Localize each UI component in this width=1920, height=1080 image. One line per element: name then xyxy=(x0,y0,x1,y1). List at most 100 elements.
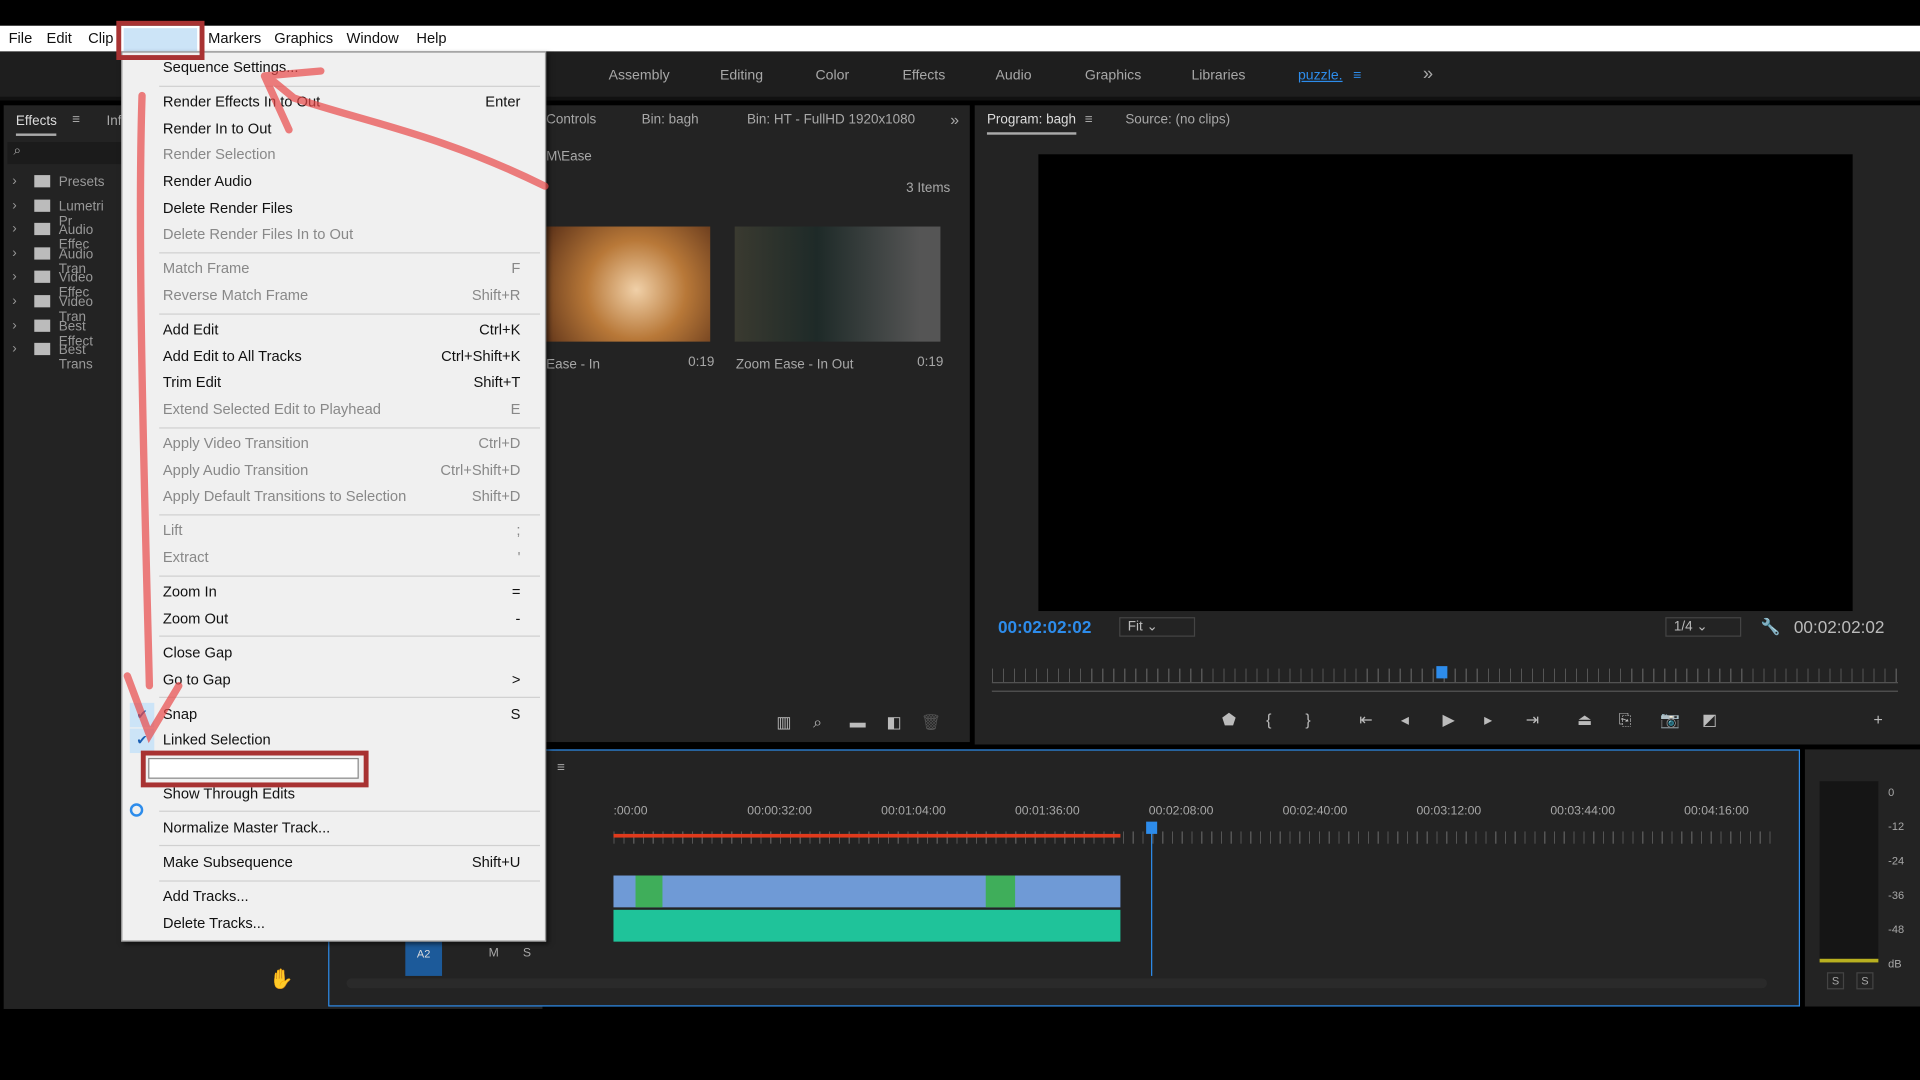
menu-edit[interactable]: Edit xyxy=(47,29,72,46)
workspace-tab-effects[interactable]: Effects xyxy=(902,69,945,84)
menu-item-apply-video-transition[interactable]: Apply Video Transition Ctrl+D xyxy=(122,431,544,457)
wrench-icon[interactable]: 🔧 xyxy=(1761,617,1781,637)
menu-item-render-effects-in-to-out[interactable]: Render Effects In to Out Enter xyxy=(122,90,544,116)
effects-menu-icon[interactable]: ≡ xyxy=(72,113,80,128)
playhead-line[interactable] xyxy=(1151,824,1153,976)
hand-tool-icon[interactable]: ✋ xyxy=(269,967,293,991)
menu-item-zoom-in[interactable]: Zoom In = xyxy=(122,579,544,605)
menu-item-delete-render-files[interactable]: Delete Render Files xyxy=(122,195,544,221)
trash-icon[interactable]: 🗑 xyxy=(921,713,941,733)
tab-info[interactable]: Inf xyxy=(107,114,122,129)
timeline-menu-icon[interactable]: ≡ xyxy=(557,760,565,775)
menu-item-apply-default-transitions-to-selection[interactable]: Apply Default Transitions to Selection Sh… xyxy=(122,484,544,510)
new-bin-icon[interactable]: ▬ xyxy=(850,713,866,731)
workspace-tab-graphics[interactable]: Graphics xyxy=(1085,69,1141,84)
menu-item-go-to-gap[interactable]: Go to Gap > xyxy=(122,667,544,693)
extract-icon[interactable]: ⎘ xyxy=(1619,710,1632,730)
menu-clip[interactable]: Clip xyxy=(88,29,113,46)
audio-clip[interactable] xyxy=(613,909,1121,942)
menu-item-reverse-match-frame[interactable]: Reverse Match Frame Shift+R xyxy=(122,283,544,309)
menu-separator xyxy=(122,876,544,884)
tab-bin-bagh[interactable]: Bin: bagh xyxy=(642,113,699,128)
new-item-icon[interactable]: ◧ xyxy=(887,713,902,733)
menu-item-shortcut: Shift+D xyxy=(471,487,521,505)
step-back-icon[interactable]: ◂ xyxy=(1401,710,1409,730)
more-tabs-icon[interactable]: » xyxy=(950,110,959,128)
menu-item-extend-selected-edit-to-playhead[interactable]: Extend Selected Edit to Playhead E xyxy=(122,397,544,423)
resolution-dropdown[interactable]: 1/4 ⌄ xyxy=(1665,617,1742,637)
menu-item-add-tracks[interactable]: Add Tracks... xyxy=(122,884,544,910)
menu-item-shortcut: Shift+T xyxy=(473,373,521,391)
tab-source[interactable]: Source: (no clips) xyxy=(1125,113,1230,128)
playhead-timecode[interactable]: 00:02:02:02 xyxy=(998,617,1091,637)
menu-item-normalize-master-track[interactable]: Normalize Master Track... xyxy=(122,815,544,841)
meter-scale-label: 0 xyxy=(1888,786,1895,799)
effects-search-input[interactable]: ⌕ xyxy=(7,142,130,165)
menu-file[interactable]: File xyxy=(9,29,33,46)
menu-item-label: Snap xyxy=(162,705,198,723)
tab-program[interactable]: Program: bagh xyxy=(986,113,1077,135)
find-icon[interactable]: ⌕ xyxy=(813,713,822,733)
meter-solo-button[interactable]: S xyxy=(1856,972,1874,990)
menu-item-trim-edit[interactable]: Trim Edit Shift+T xyxy=(122,370,544,396)
menu-item-delete-render-files-in-to-out[interactable]: Delete Render Files In to Out xyxy=(122,222,544,248)
meter-solo-button[interactable]: S xyxy=(1826,972,1845,990)
menu-item-make-subsequence[interactable]: Make Subsequence Shift+U xyxy=(122,850,544,876)
tab-bin-ht[interactable]: Bin: HT - FullHD 1920x1080 xyxy=(747,113,915,128)
solo-button[interactable]: S xyxy=(523,947,531,960)
menu-item-snap[interactable]: ✔ Snap S xyxy=(122,701,544,728)
clip-thumbnail[interactable] xyxy=(734,226,941,342)
workspace-tab-editing[interactable]: Editing xyxy=(720,69,763,84)
menu-item-zoom-out[interactable]: Zoom Out - xyxy=(122,606,544,632)
workspace-tab-libraries[interactable]: Libraries xyxy=(1191,69,1245,84)
menu-item-lift[interactable]: Lift; xyxy=(122,519,544,545)
comparison-view-icon[interactable]: ◩ xyxy=(1702,710,1717,730)
menu-item-apply-audio-transition[interactable]: Apply Audio Transition Ctrl+Shift+D xyxy=(122,458,544,484)
menu-item-render-in-to-out[interactable]: Render In to Out xyxy=(122,116,544,142)
menu-item-extract[interactable]: Extract ' xyxy=(122,545,544,571)
workspace-tab-audio[interactable]: Audio xyxy=(996,69,1032,84)
mark-in-icon[interactable]: { xyxy=(1266,710,1271,728)
workspace-tab-puzzle[interactable]: puzzle. xyxy=(1298,69,1343,84)
workspace-menu-icon[interactable]: ≡ xyxy=(1353,69,1361,84)
more-workspaces-icon[interactable]: » xyxy=(1423,64,1433,85)
zoom-fit-dropdown[interactable]: Fit ⌄ xyxy=(1119,617,1196,637)
menu-item-add-edit-to-all-tracks[interactable]: Add Edit to All Tracks Ctrl+Shift+K xyxy=(122,344,544,370)
menu-graphics[interactable]: Graphics xyxy=(274,29,333,46)
add-marker-icon[interactable]: ⬟ xyxy=(1222,710,1236,730)
tab-effect-controls[interactable]: Controls xyxy=(546,113,596,128)
go-to-out-icon[interactable]: ⇥ xyxy=(1526,710,1539,730)
menu-help[interactable]: Help xyxy=(416,29,446,46)
menu-item-render-selection[interactable]: Render Selection xyxy=(122,143,544,169)
menu-item-add-edit[interactable]: Add Edit Ctrl+K xyxy=(122,317,544,343)
menu-item-delete-tracks[interactable]: Delete Tracks... xyxy=(122,911,544,937)
tab-effects[interactable]: Effects xyxy=(15,114,57,136)
timeline-scrollbar[interactable] xyxy=(346,978,1767,989)
mark-out-icon[interactable]: } xyxy=(1305,710,1310,728)
mute-button[interactable]: M xyxy=(489,947,499,960)
export-frame-icon[interactable]: 📷 xyxy=(1660,710,1680,730)
clip-thumbnail[interactable] xyxy=(546,226,711,342)
workspace-tab-color[interactable]: Color xyxy=(816,69,850,84)
playhead-marker[interactable] xyxy=(1436,666,1448,679)
menu-window[interactable]: Window xyxy=(347,29,399,46)
list-view-icon[interactable]: ▥ xyxy=(776,713,791,733)
workspace-tab-assembly[interactable]: Assembly xyxy=(609,69,670,84)
menu-markers[interactable]: Markers xyxy=(208,29,261,46)
playhead-handle[interactable] xyxy=(1146,821,1158,834)
go-to-in-icon[interactable]: ⇤ xyxy=(1359,710,1372,730)
lift-icon[interactable]: ⏏ xyxy=(1577,710,1592,730)
program-menu-icon[interactable]: ≡ xyxy=(1085,113,1093,128)
chevron-right-icon: › xyxy=(12,341,17,357)
menu-item-render-audio[interactable]: Render Audio xyxy=(122,169,544,195)
video-clip[interactable] xyxy=(613,875,1121,908)
menu-item-shortcut: - xyxy=(515,609,521,627)
add-button-icon[interactable]: + xyxy=(1873,710,1882,728)
menu-item-close-gap[interactable]: Close Gap xyxy=(122,640,544,666)
zoom-scrollbar[interactable] xyxy=(991,690,1898,692)
track-target-a2[interactable]: A2 xyxy=(405,941,443,976)
play-icon[interactable]: ▶ xyxy=(1442,710,1454,730)
menu-item-match-frame[interactable]: Match Frame F xyxy=(122,256,544,282)
step-forward-icon[interactable]: ▸ xyxy=(1484,710,1492,730)
menu-bar: FileEditClipSequenceMarkersGraphicsWindo… xyxy=(0,25,1920,52)
